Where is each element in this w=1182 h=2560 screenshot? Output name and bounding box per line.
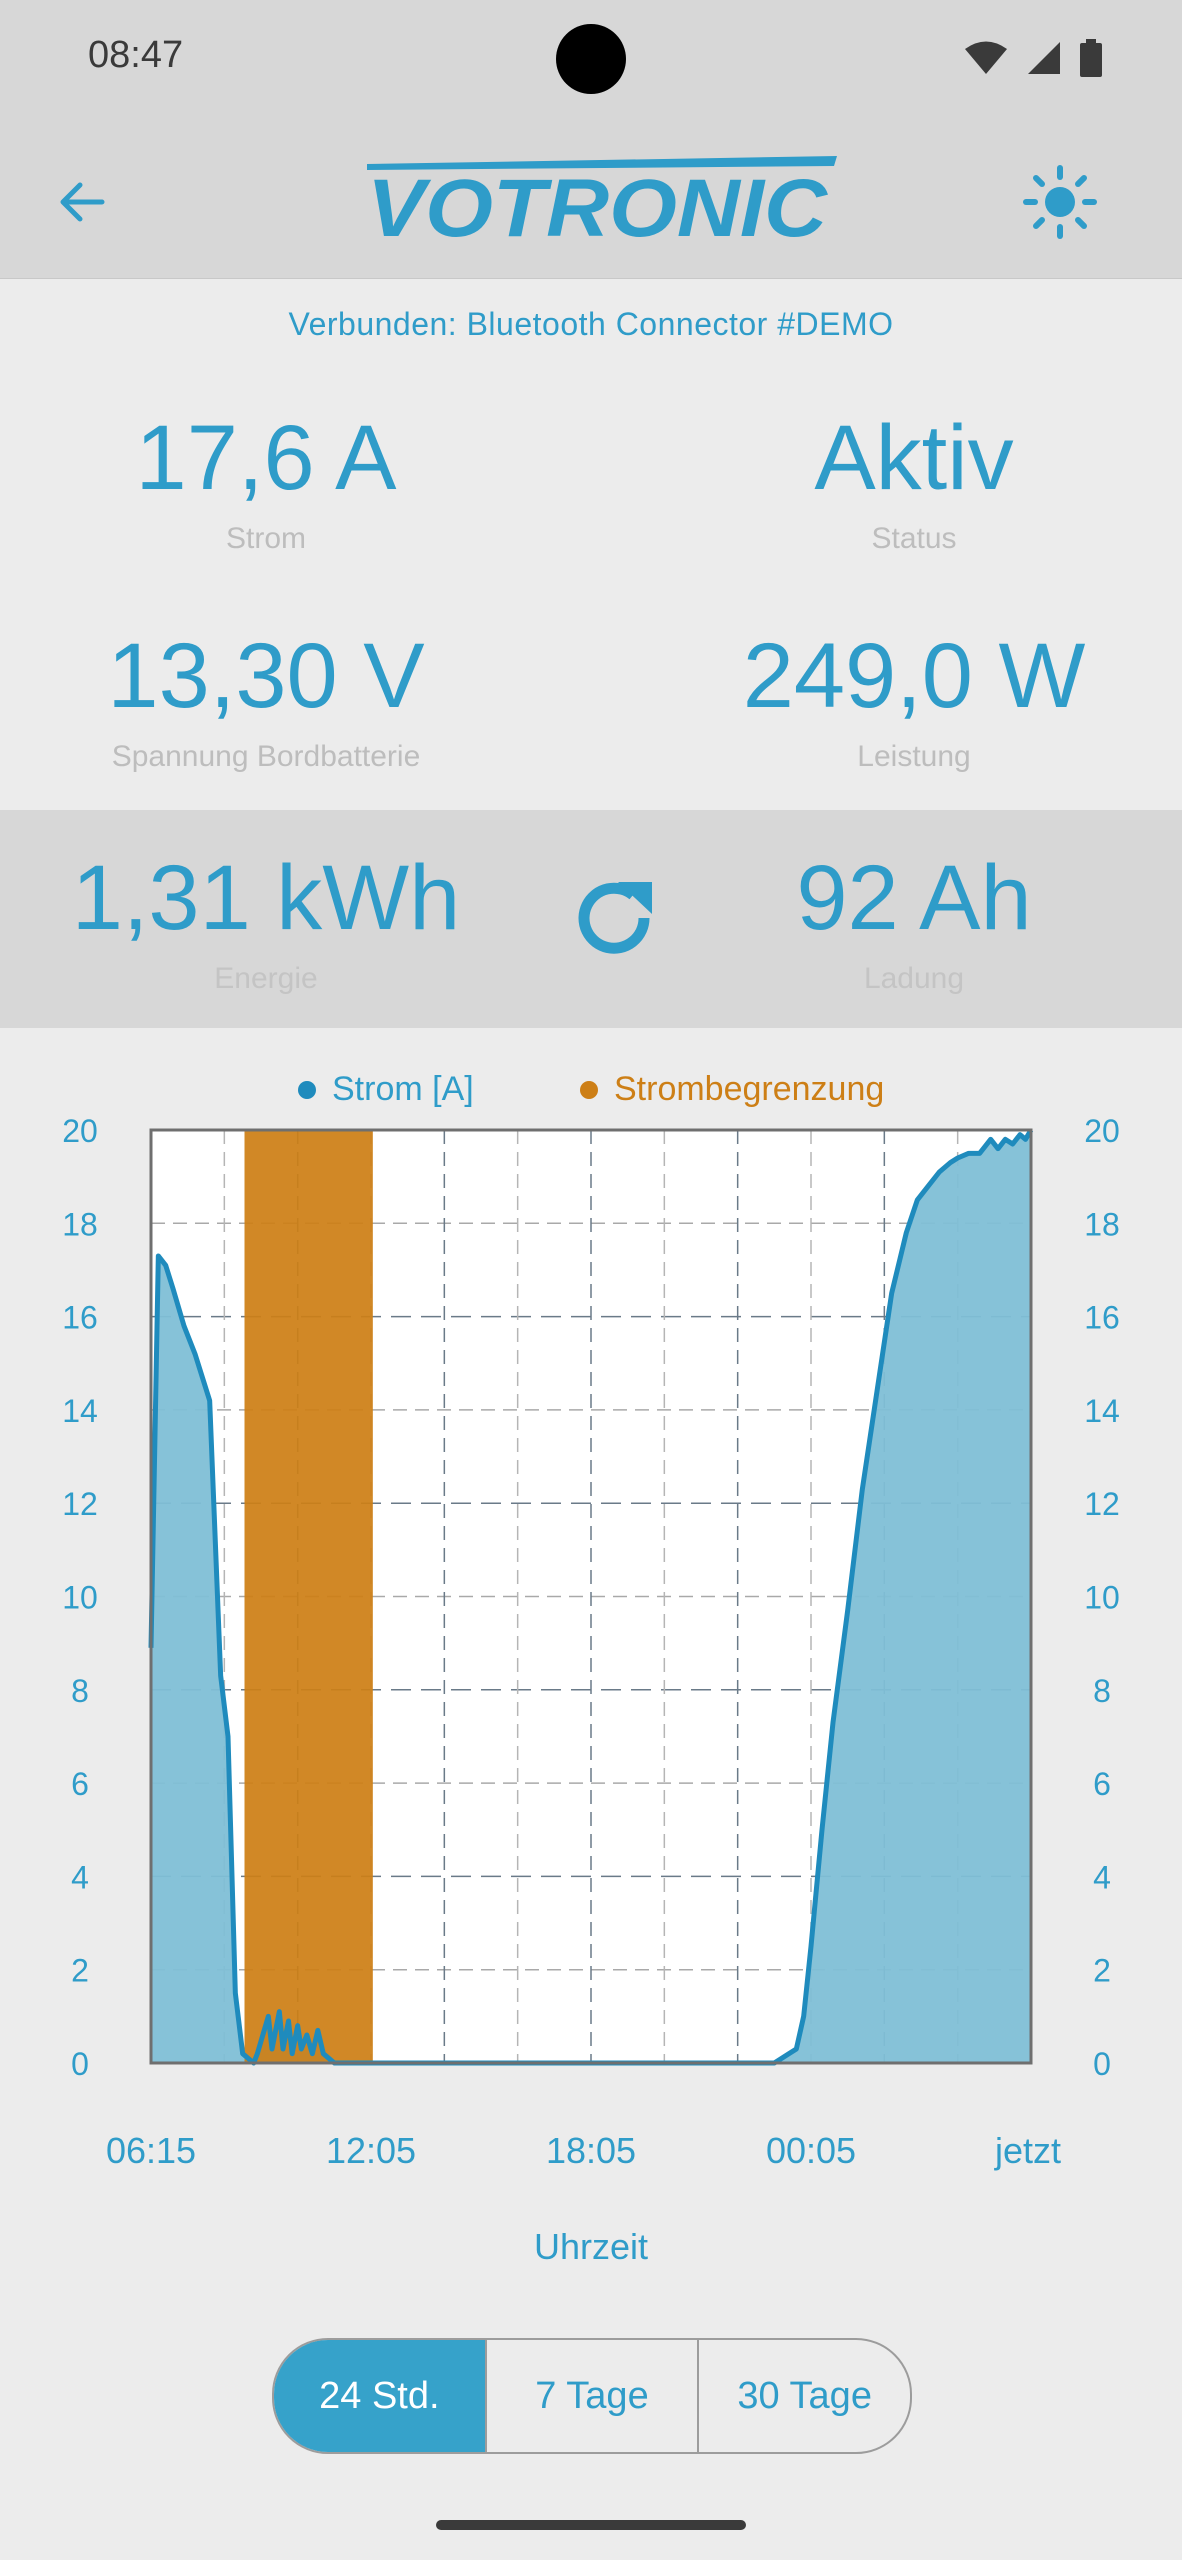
current-chart: 0 0 2 2 4 4 6 6 8 8 10 10 12 12 14 14 16 16 18 18 20 20 06:15 1… [62,1113,1120,2171]
metric-spannung: 13,30 V Spannung Bordbatterie [0,630,546,774]
status-bar: 08:47 [0,0,1182,120]
leistung-value: 249,0 W [742,625,1086,727]
spannung-label: Spannung Bordbatterie [111,740,421,773]
range-selector: 24 Std. 7 Tage 30 Tage [272,2338,912,2454]
sun-icon[interactable] [1022,164,1098,240]
y-tick-label-right: 20 [1084,1113,1120,1149]
y-tick-label-left: 18 [62,1206,98,1242]
cellular-signal-icon [1028,42,1060,74]
y-tick-label-right: 10 [1084,1580,1120,1616]
legend-label-strom: Strom [A] [332,1070,474,1108]
y-tick-label-right: 6 [1093,1766,1111,1802]
y-tick-label-left: 14 [62,1393,98,1429]
y-tick-label-right: 12 [1084,1486,1120,1522]
x-axis-title: Uhrzeit [533,2226,649,2267]
range-option-7-tage[interactable]: 7 Tage [484,2340,698,2452]
connection-status: Verbunden: Bluetooth Connector #DEMO [288,306,894,342]
brand-text: VOTRONIC [367,163,829,244]
arrow-back-icon[interactable] [50,170,114,234]
energie-value: 1,31 kWh [71,847,461,949]
x-tick-label: 18:05 [546,2130,636,2171]
legend-item-strombegrenzung: Strombegrenzung [580,1070,884,1109]
status-value: Aktiv [814,407,1014,509]
battery-icon [1080,39,1102,77]
y-tick-label-right: 4 [1093,1859,1111,1895]
y-tick-label-left: 8 [71,1673,89,1709]
y-tick-label-left: 20 [62,1113,98,1149]
status-time: 08:47 [88,34,184,76]
wifi-icon [965,41,1007,74]
x-tick-label: 12:05 [326,2130,416,2171]
legend-dot-strombegrenzung [580,1080,598,1099]
y-tick-label-left: 2 [71,1953,89,1989]
energie-label: Energie [214,962,318,995]
metric-status: Aktiv Status [634,412,1182,556]
y-tick-label-left: 6 [71,1766,89,1802]
ladung-value: 92 Ah [796,847,1032,949]
leistung-label: Leistung [857,740,971,773]
metric-strom: 17,6 A Strom [0,412,546,556]
legend-dot-strom [298,1080,316,1099]
y-tick-label-right: 18 [1084,1206,1120,1242]
metric-energie: 1,31 kWh Energie [0,852,546,996]
y-tick-label-left: 4 [71,1859,89,1895]
limit-band-strombegrenzung [244,1130,373,2063]
metric-ladung: 92 Ah Ladung [634,852,1182,996]
y-tick-label-right: 14 [1084,1393,1120,1429]
range-option-30-tage[interactable]: 30 Tage [697,2340,910,2452]
legend-label-strombegrenzung: Strombegrenzung [614,1070,885,1108]
metric-leistung: 249,0 W Leistung [634,630,1182,774]
refresh-icon[interactable] [566,870,662,966]
y-tick-label-right: 0 [1093,2046,1111,2082]
strom-value: 17,6 A [135,407,397,509]
y-tick-label-right: 2 [1093,1953,1111,1989]
app-header: VOTRONIC [0,120,1182,279]
camera-cutout [556,24,626,94]
y-tick-label-left: 10 [62,1580,98,1616]
system-icons [964,36,1102,80]
y-tick-label-left: 16 [62,1300,98,1336]
y-tick-label-right: 8 [1093,1673,1111,1709]
spannung-value: 13,30 V [107,625,425,727]
ladung-label: Ladung [863,962,965,995]
strom-label: Strom [225,522,306,555]
range-option-24h[interactable]: 24 Std. [274,2340,485,2452]
x-tick-label: 00:05 [766,2130,856,2171]
legend-item-strom: Strom [A] [298,1070,474,1109]
home-indicator[interactable] [436,2520,746,2530]
y-tick-label-left: 12 [62,1486,98,1522]
votronic-logo: VOTRONIC [367,156,837,244]
x-tick-label: jetzt [994,2130,1061,2171]
status-label: Status [871,522,957,555]
y-tick-label-left: 0 [71,2046,89,2082]
x-tick-label: 06:15 [106,2130,196,2171]
y-tick-label-right: 16 [1084,1300,1120,1336]
